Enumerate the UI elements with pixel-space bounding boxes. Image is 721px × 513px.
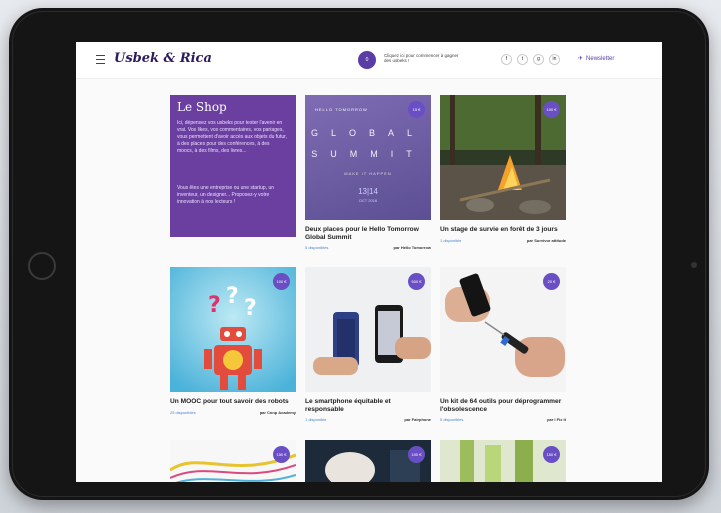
availability: 5 disponibles <box>305 245 329 250</box>
availability: 5 disponibles <box>440 417 464 422</box>
site-header: Usbek & Rica 0 Cliquez ici pour commence… <box>76 42 662 79</box>
price-badge: 100 € <box>273 273 290 290</box>
shop-intro-box: Le Shop Ici, dépensez vos usbeks pour te… <box>170 95 296 237</box>
product-image[interactable]: 150 € <box>170 440 296 482</box>
paper-plane-icon: ✈ <box>578 56 584 62</box>
googleplus-icon[interactable]: g <box>533 54 544 65</box>
product-title[interactable]: Un stage de survie en forêt de 3 jours <box>440 226 566 234</box>
home-button[interactable] <box>28 252 56 280</box>
availability: 1 disponible <box>305 417 327 422</box>
availability: 1 disponible <box>440 238 462 243</box>
shop-title: Le Shop <box>177 100 227 114</box>
availability: 25 disponibles <box>170 410 196 415</box>
product-image[interactable]: 150 € <box>440 440 566 482</box>
poster-month: OCT 2016 <box>358 198 378 203</box>
product-title[interactable]: Le smartphone équitable et responsable <box>305 398 431 414</box>
price-badge: 100 € <box>543 101 560 118</box>
coin-prompt-text[interactable]: Cliquez ici pour commencer à gagner des … <box>384 53 464 63</box>
vendor: par Fairphone <box>404 417 431 422</box>
poster-line1: GLOBAL <box>310 128 426 138</box>
screen: Usbek & Rica 0 Cliquez ici pour commence… <box>76 42 662 482</box>
product-meta: 5 disponibles par Hello Tomorrow <box>305 245 431 250</box>
newsletter-link[interactable]: ✈ Newsletter <box>578 55 614 62</box>
price-badge: 500 € <box>408 273 425 290</box>
vendor: par I Fix It <box>547 417 566 422</box>
product-image[interactable]: 100 € <box>440 95 566 220</box>
newsletter-label: Newsletter <box>586 56 615 62</box>
vendor: par Cnnp Academy <box>259 410 296 415</box>
vendor: par Survivor attitude <box>526 238 566 243</box>
product-image[interactable]: 100 € <box>305 440 431 482</box>
price-badge: 150 € <box>273 446 290 463</box>
svg-text:?: ? <box>244 296 257 321</box>
usbek-coin-icon[interactable]: 0 <box>358 51 376 69</box>
price-badge: 20 € <box>543 273 560 290</box>
hamburger-menu-icon[interactable] <box>96 55 105 64</box>
poster-line2: SUMMIT <box>311 149 425 159</box>
product-title[interactable]: Deux places pour le Hello Tomorrow Globa… <box>305 226 431 242</box>
product-image[interactable]: 500 € <box>305 267 431 392</box>
twitter-icon[interactable]: t <box>517 54 528 65</box>
price-badge: 150 € <box>543 446 560 463</box>
product-meta: 5 disponibles par I Fix It <box>440 417 566 422</box>
price-badge: 15 € <box>408 101 425 118</box>
poster-date: 13|14 <box>358 187 378 196</box>
poster-header: HELLO TOMORROW <box>315 107 368 112</box>
linkedin-icon[interactable]: in <box>549 54 560 65</box>
site-logo[interactable]: Usbek & Rica <box>114 51 212 66</box>
shop-cta-text: Vous êtes une entreprise ou une startup,… <box>177 185 275 205</box>
product-image[interactable]: HELLO TOMORROW GLOBAL SUMMIT MAKE IT HAP… <box>305 95 431 220</box>
poster-tagline: MAKE IT HAPPEN <box>344 171 392 176</box>
product-meta: 1 disponible par Fairphone <box>305 417 431 422</box>
product-image[interactable]: 20 € <box>440 267 566 392</box>
svg-text:?: ? <box>208 293 221 318</box>
svg-text:?: ? <box>226 284 239 309</box>
product-meta: 1 disponible par Survivor attitude <box>440 238 566 243</box>
product-title[interactable]: Un kit de 64 outils pour déprogrammer l'… <box>440 398 566 414</box>
product-image[interactable]: ? ? ? 100 € <box>170 267 296 392</box>
camera-icon <box>691 262 697 268</box>
price-badge: 100 € <box>408 446 425 463</box>
shop-description: Ici, dépensez vos usbeks pour tester l'a… <box>177 120 287 154</box>
product-title[interactable]: Un MOOC pour tout savoir des robots <box>170 398 296 406</box>
product-meta: 25 disponibles par Cnnp Academy <box>170 410 296 415</box>
facebook-icon[interactable]: f <box>501 54 512 65</box>
vendor: par Hello Tomorrow <box>393 245 431 250</box>
